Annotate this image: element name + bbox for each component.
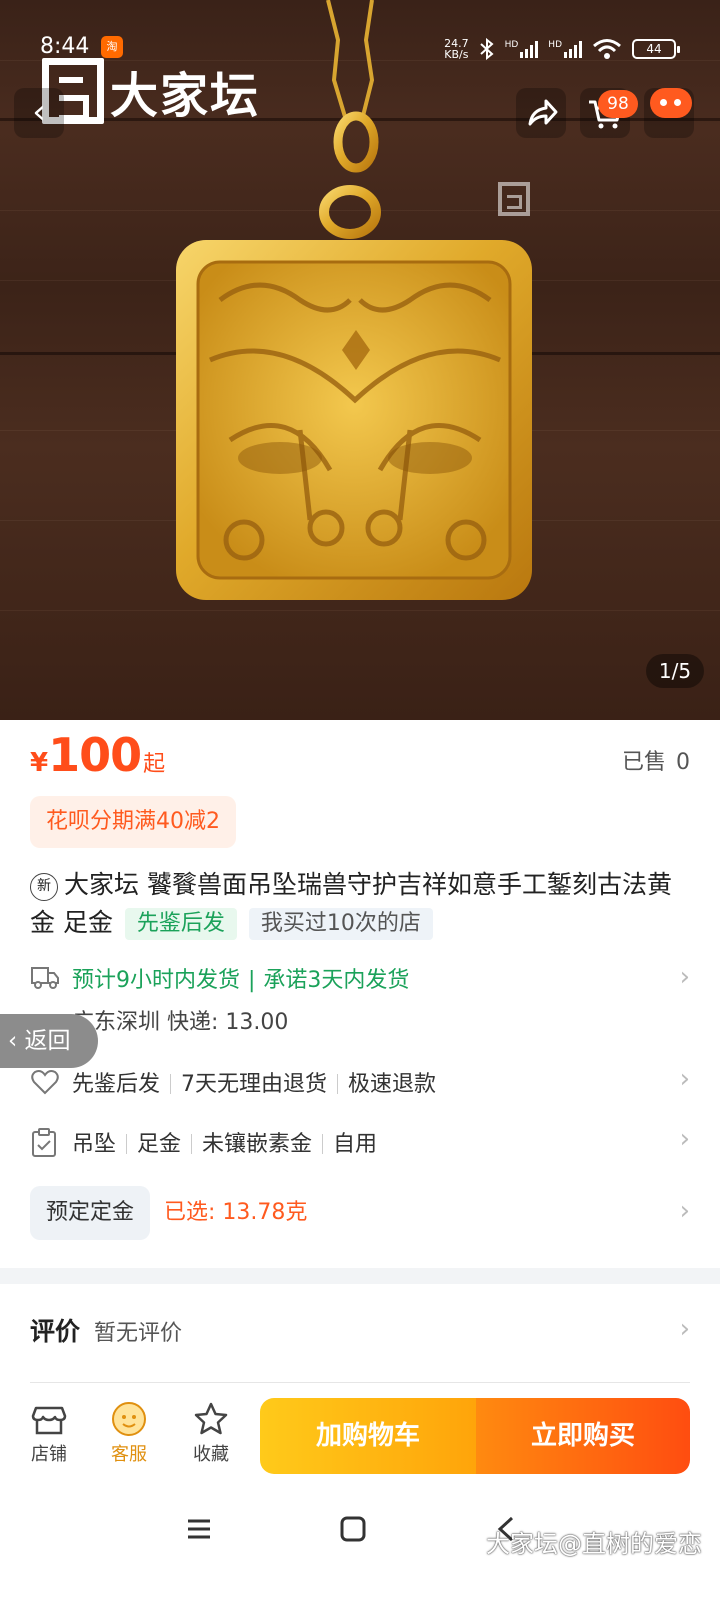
battery-icon: 44 — [632, 39, 680, 59]
verify-tag: 先鉴后发 — [124, 908, 237, 940]
add-to-cart-button[interactable]: 加购物车 — [260, 1398, 476, 1474]
spec-chip[interactable]: 预定定金 — [30, 1186, 151, 1240]
attribute-item: 自用 — [333, 1132, 378, 1157]
sold-label: 已售 — [621, 750, 666, 775]
review-label: 评价 — [30, 1317, 81, 1346]
bluetooth-icon — [479, 38, 494, 60]
attribute-item: 未镶嵌素金 — [202, 1132, 313, 1157]
cart-count-badge: 98 — [598, 90, 638, 118]
signal-1-icon: HD — [505, 40, 539, 58]
buy-now-button[interactable]: 立即购买 — [476, 1398, 690, 1474]
return-label: 返回 — [24, 1028, 71, 1054]
spec-selected: 已选: 13.78克 — [164, 1200, 308, 1225]
divider-line — [30, 1382, 690, 1383]
shipping-row[interactable]: 预计9小时内发货 | 承诺3天内发货 广东深圳 快递: 13.00 › — [30, 962, 690, 1038]
chevron-right-icon: › — [679, 962, 690, 992]
chevron-right-icon: › — [679, 1196, 690, 1226]
new-icon: 新 — [30, 873, 58, 901]
wifi-icon — [593, 39, 621, 59]
customer-service-button[interactable]: 客服 — [94, 1400, 164, 1466]
shop-label: 店铺 — [31, 1444, 67, 1465]
image-credit-watermark: 大家坛@直树的爱恋 — [486, 1530, 702, 1558]
service-label: 客服 — [111, 1444, 147, 1465]
signal-2-icon: HD — [548, 40, 582, 58]
watermark-logo — [498, 182, 530, 216]
status-icons: 24.7 KB/s HD HD 44 — [444, 38, 680, 60]
net-speed-unit: KB/s — [444, 48, 469, 61]
star-icon — [194, 1402, 228, 1435]
network-speed: 24.7 KB/s — [444, 38, 469, 60]
menu-icon[interactable] — [186, 1516, 212, 1542]
services-row[interactable]: 先鉴后发 7天无理由退货 极速退款 › — [30, 1064, 690, 1100]
price-value: 100 — [48, 728, 142, 782]
hd-label: HD — [504, 40, 519, 50]
attribute-item: 足金 — [137, 1132, 182, 1157]
chevron-right-icon: › — [679, 1064, 690, 1094]
sold-count: 已售 0 — [622, 744, 690, 776]
product-title-block: 新大家坛 饕餮兽面吊坠瑞兽守护吉祥如意手工錾刻古法黄金 足金 先鉴后发 我买过1… — [30, 866, 690, 942]
ship-origin-fee: 广东深圳 快递: 13.00 — [72, 1010, 289, 1035]
ship-commit: 承诺3天内发货 — [263, 968, 410, 993]
chevron-right-icon: › — [679, 1314, 690, 1344]
service-item: 7天无理由退货 — [181, 1072, 328, 1097]
image-counter: 1/5 — [646, 654, 704, 688]
return-button[interactable]: ‹ 返回 — [0, 1014, 98, 1068]
brand-logo-text: 大家坛 — [110, 68, 261, 124]
taobao-notification-icon: 淘 — [101, 36, 123, 58]
price-suffix: 起 — [143, 752, 166, 777]
service-item: 先鉴后发 — [72, 1072, 161, 1097]
price: ¥100起 — [30, 728, 165, 782]
home-icon[interactable] — [340, 1516, 366, 1542]
share-button[interactable] — [516, 88, 566, 138]
installment-promo[interactable]: 花呗分期满40减2 — [30, 796, 236, 848]
services-list: 先鉴后发 7天无理由退货 极速退款 — [72, 1066, 690, 1098]
section-divider — [0, 1268, 720, 1284]
sold-value: 0 — [676, 750, 690, 775]
attribute-item: 吊坠 — [72, 1132, 117, 1157]
favorite-label: 收藏 — [193, 1444, 229, 1465]
heart-shield-icon — [31, 1070, 59, 1095]
review-row[interactable]: 评价 暂无评价 › — [30, 1312, 690, 1348]
brand-logo: 大家坛 — [42, 56, 260, 126]
shop-icon — [31, 1406, 67, 1435]
price-row: ¥100起 已售 0 — [30, 728, 690, 782]
attributes-row[interactable]: 吊坠 足金 未镶嵌素金 自用 › — [30, 1124, 690, 1160]
clipboard-icon — [32, 1128, 56, 1157]
message-bubble-icon[interactable] — [650, 88, 692, 118]
truck-icon — [31, 967, 59, 989]
chevron-right-icon: › — [679, 1124, 690, 1154]
shop-nav-button[interactable]: 店铺 — [14, 1400, 84, 1466]
review-value: 暂无评价 — [94, 1321, 183, 1346]
hd-label: HD — [548, 40, 562, 50]
service-item: 极速退款 — [348, 1072, 437, 1097]
spec-select-row[interactable]: 预定定金 已选: 13.78克 › — [30, 1186, 690, 1240]
ship-estimate: 预计9小时内发货 — [72, 968, 240, 993]
separator: | — [248, 968, 256, 993]
back-button[interactable]: ‹ — [14, 88, 64, 138]
attributes-list: 吊坠 足金 未镶嵌素金 自用 — [72, 1126, 690, 1158]
shipping-promise: 预计9小时内发货 | 承诺3天内发货 — [72, 962, 690, 994]
customer-service-icon — [112, 1402, 146, 1436]
bottom-action-bar: 店铺 客服 收藏 加购物车 立即购买 — [0, 1390, 720, 1488]
share-icon — [528, 99, 558, 126]
price-currency: ¥ — [30, 748, 49, 778]
favorite-button[interactable]: 收藏 — [176, 1400, 246, 1466]
repeat-shop-tag: 我买过10次的店 — [248, 908, 433, 940]
